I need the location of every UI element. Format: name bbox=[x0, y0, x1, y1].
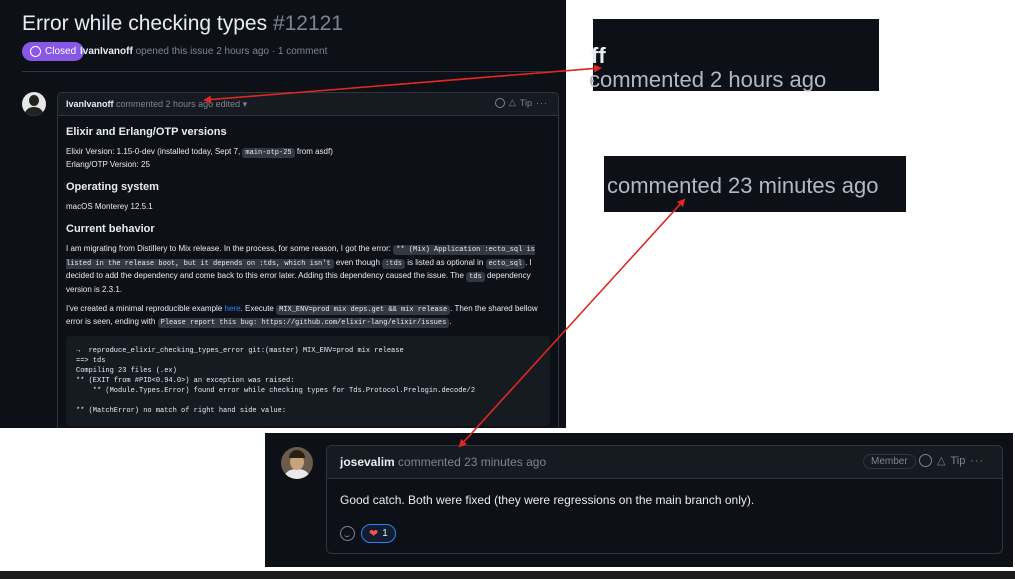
arrow-from-zoom2 bbox=[458, 199, 685, 448]
arrow-from-zoom1 bbox=[203, 67, 601, 104]
annotation-arrows bbox=[203, 64, 686, 448]
bottom-bar bbox=[0, 571, 1015, 579]
